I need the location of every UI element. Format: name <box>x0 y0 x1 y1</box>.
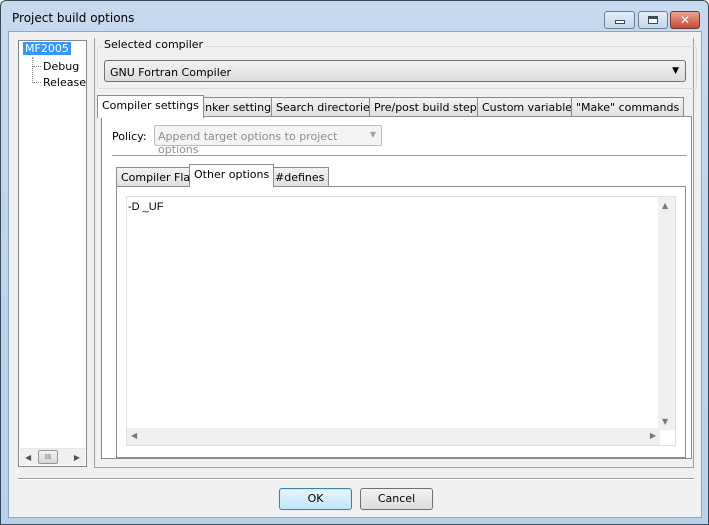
policy-select-value: Append target options to project options <box>158 130 338 156</box>
maximize-button[interactable] <box>638 11 668 29</box>
compiler-select[interactable]: GNU Fortran Compiler ▼ <box>104 60 686 82</box>
title-bar[interactable]: Project build options ✕ <box>1 1 708 35</box>
other-options-editor[interactable]: -D _UF ▲ ▼ ◀ ▶ <box>126 196 676 446</box>
dialog-client: MF2005 Debug Release ◀ III ▶ Selected co… <box>8 31 702 518</box>
separator <box>112 155 687 156</box>
scroll-right-icon[interactable]: ▶ <box>74 453 80 462</box>
scroll-right-icon[interactable]: ▶ <box>650 431 656 440</box>
minimize-icon <box>614 20 625 24</box>
chevron-down-icon: ▼ <box>369 130 376 139</box>
other-options-panel: -D _UF ▲ ▼ ◀ ▶ <box>116 186 686 458</box>
tree-horizontal-scrollbar[interactable]: ◀ III ▶ <box>20 448 85 465</box>
tree-item-debug[interactable]: Debug <box>43 60 79 73</box>
tab-pre-post-build-steps[interactable]: Pre/post build steps <box>369 97 488 117</box>
tree-connector <box>33 66 41 67</box>
scroll-left-icon[interactable]: ◀ <box>25 453 31 462</box>
cancel-button[interactable]: Cancel <box>360 488 433 510</box>
policy-label: Policy: <box>112 130 147 143</box>
maximize-icon <box>648 16 658 24</box>
close-icon: ✕ <box>679 13 691 27</box>
scroll-thumb[interactable]: III <box>38 450 58 464</box>
editor-horizontal-scrollbar[interactable]: ◀ ▶ <box>127 428 660 445</box>
compiler-settings-panel: Policy: Append target options to project… <box>101 116 692 459</box>
chevron-down-icon: ▼ <box>672 66 679 76</box>
tab-defines[interactable]: #defines <box>270 167 330 187</box>
tree-item-project[interactable]: MF2005 <box>23 42 71 55</box>
editor-vertical-scrollbar[interactable]: ▲ ▼ <box>658 197 675 430</box>
policy-select: Append target options to project options… <box>154 125 382 156</box>
tab-make-commands[interactable]: "Make" commands <box>571 97 685 117</box>
scroll-up-icon[interactable]: ▲ <box>662 201 668 210</box>
tab-linker-settings[interactable]: Linker settings <box>191 97 282 117</box>
tree-item-release[interactable]: Release <box>43 76 86 89</box>
tab-search-directories[interactable]: Search directories <box>271 97 381 117</box>
ok-button[interactable]: OK <box>279 488 352 510</box>
build-target-tree[interactable]: MF2005 Debug Release ◀ III ▶ <box>18 40 87 467</box>
tab-other-options[interactable]: Other options <box>189 164 275 187</box>
minimize-button[interactable] <box>604 11 635 29</box>
tree-connector <box>33 82 41 83</box>
tab-compiler-settings[interactable]: Compiler settings <box>97 95 204 118</box>
scroll-left-icon[interactable]: ◀ <box>131 431 137 440</box>
editor-text[interactable]: -D _UF <box>128 201 163 213</box>
scroll-down-icon[interactable]: ▼ <box>662 417 668 426</box>
compiler-option-tabs: Compiler Flags Other options #defines <box>102 164 691 187</box>
compiler-select-value: GNU Fortran Compiler <box>110 66 232 79</box>
close-button[interactable]: ✕ <box>670 11 700 29</box>
window-title: Project build options <box>12 11 135 25</box>
compiler-group-label: Selected compiler <box>102 38 206 51</box>
tab-custom-variables[interactable]: Custom variables <box>477 97 583 117</box>
dialog-window: Project build options ✕ MF2005 Debug Rel… <box>0 0 709 525</box>
button-separator <box>18 478 694 480</box>
tree-connector <box>32 57 33 83</box>
